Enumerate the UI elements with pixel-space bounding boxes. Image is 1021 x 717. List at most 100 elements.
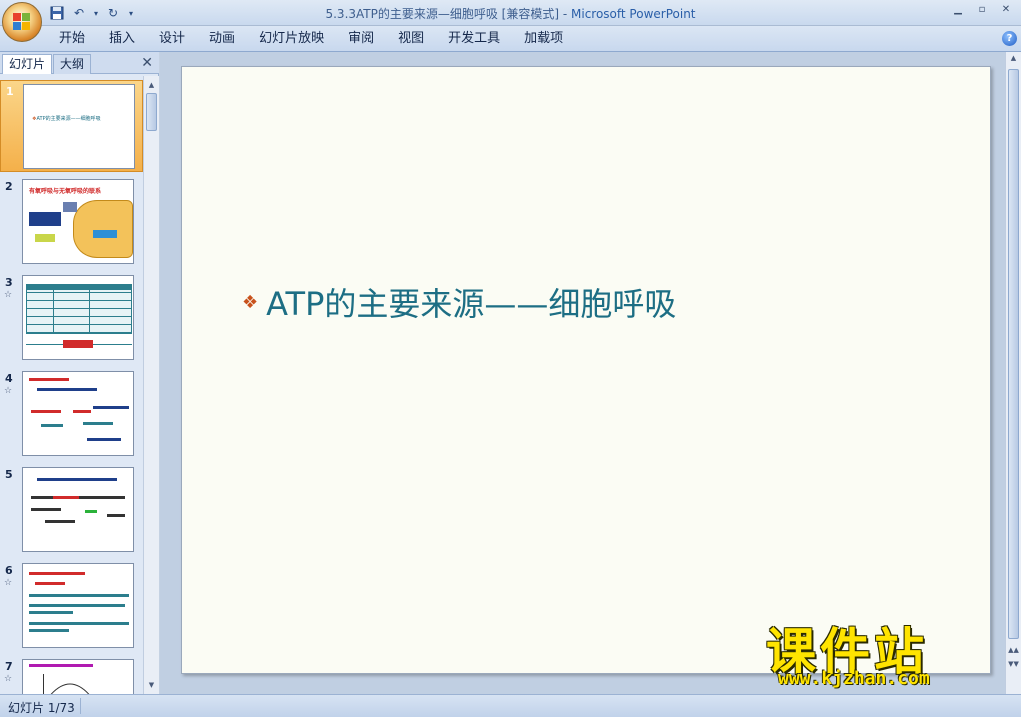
tab-add-ins[interactable]: 加载项: [512, 30, 575, 48]
thumbnail-graphic: [26, 284, 132, 290]
scroll-thumb[interactable]: [146, 93, 157, 131]
slide-thumbnail[interactable]: [22, 659, 134, 694]
thumbnail-graphic: [89, 284, 90, 334]
thumbnail-graphic: [31, 410, 61, 413]
restore-button[interactable]: ▫: [971, 2, 993, 18]
thumbnail-graphic: [35, 234, 55, 242]
close-button[interactable]: ✕: [995, 2, 1017, 18]
slide-thumbnail[interactable]: ❖ATP的主要来源——细胞呼吸: [23, 84, 135, 169]
scroll-down-icon[interactable]: ▼: [145, 678, 158, 692]
diamond-bullet-icon: ❖: [242, 291, 259, 313]
status-divider: [80, 698, 81, 714]
thumbnail-number: 4: [5, 372, 13, 385]
thumbnail-list: 1 ❖ATP的主要来源——细胞呼吸 2 有氧呼吸与无氧呼吸的联系 3 ☆ 4 ☆…: [0, 76, 143, 694]
thumbnail-graphic: [63, 340, 93, 348]
slide-indicator: 幻灯片 1/73: [8, 701, 75, 715]
slide-thumbnail[interactable]: [22, 563, 134, 648]
tab-insert[interactable]: 插入: [97, 30, 147, 48]
slide-thumbnail[interactable]: [22, 467, 134, 552]
slides-panel: 幻灯片 大纲 ✕ 1 ❖ATP的主要来源——细胞呼吸 2 有氧呼吸与无氧呼吸的联…: [0, 52, 159, 694]
scroll-up-icon[interactable]: ▲: [145, 78, 158, 92]
thumbnail-number: 5: [5, 468, 13, 481]
panel-tabs: 幻灯片 大纲 ✕: [0, 52, 159, 74]
watermark: 课件站 www.kjzhan.com: [760, 612, 1010, 697]
thumbnail-row[interactable]: 7 ☆: [0, 656, 143, 694]
thumbnail-graphic: [73, 200, 133, 258]
help-icon[interactable]: ?: [1002, 31, 1017, 46]
thumbnail-row[interactable]: 3 ☆: [0, 272, 143, 364]
slide-thumbnail[interactable]: [22, 275, 134, 360]
slide-editing-area: ❖ ATP的主要来源——细胞呼吸: [160, 52, 1005, 694]
animation-icon: ☆: [4, 578, 13, 588]
tab-review[interactable]: 审阅: [336, 30, 386, 48]
thumbnail-row[interactable]: 1 ❖ATP的主要来源——细胞呼吸: [0, 80, 143, 172]
slide-thumbnail[interactable]: [22, 371, 134, 456]
tab-home[interactable]: 开始: [47, 30, 97, 48]
watermark-url: www.kjzhan.com: [778, 668, 930, 689]
scroll-up-icon[interactable]: ▲: [1007, 54, 1020, 68]
thumbnail-graphic: [37, 388, 97, 391]
slide-title-placeholder[interactable]: ❖ ATP的主要来源——细胞呼吸: [242, 279, 676, 325]
thumbnail-graphic: [29, 594, 129, 597]
thumbnail-scrollbar[interactable]: ▲ ▼: [143, 76, 159, 694]
thumbnail-graphic: [93, 406, 129, 409]
tab-slide-show[interactable]: 幻灯片放映: [247, 30, 336, 48]
tab-design[interactable]: 设计: [147, 30, 197, 48]
thumbnail-number: 1: [6, 85, 14, 98]
tab-developer[interactable]: 开发工具: [436, 30, 512, 48]
slide-canvas[interactable]: ❖ ATP的主要来源——细胞呼吸: [181, 66, 991, 674]
scroll-thumb[interactable]: [1008, 69, 1019, 639]
thumbnail-number: 2: [5, 180, 13, 193]
thumbnail-graphic: [43, 674, 44, 694]
thumbnail-graphic: [29, 604, 125, 607]
slide-title-text: ATP的主要来源——细胞呼吸: [266, 285, 677, 323]
thumbnail-graphic: [63, 202, 77, 212]
thumbnail-graphic: [45, 520, 75, 523]
ribbon-tabs-bar: 开始 插入 设计 动画 幻灯片放映 审阅 视图 开发工具 加载项 ?: [0, 26, 1021, 52]
thumbnail-number: 3: [5, 276, 13, 289]
thumbnail-graphic: [107, 514, 125, 517]
thumbnail-graphic: [41, 424, 63, 427]
animation-icon: ☆: [4, 674, 13, 684]
window-controls: ▁ ▫ ✕: [947, 2, 1017, 18]
tab-outline[interactable]: 大纲: [53, 54, 92, 74]
status-bar: 幻灯片 1/73: [0, 694, 1021, 717]
thumbnail-graphic: [29, 622, 129, 625]
thumbnail-number: 6: [5, 564, 13, 577]
window-title: 5.3.3ATP的主要来源—细胞呼吸 [兼容模式] - Microsoft Po…: [0, 5, 1021, 22]
document-title: 5.3.3ATP的主要来源—细胞呼吸 [兼容模式] -: [325, 7, 571, 21]
thumbnail-graphic: [29, 629, 69, 632]
thumbnail-row[interactable]: 6 ☆: [0, 560, 143, 652]
thumbnail-graphic: [53, 496, 79, 499]
app-name: Microsoft PowerPoint: [571, 7, 696, 21]
slide-thumbnail[interactable]: 有氧呼吸与无氧呼吸的联系: [22, 179, 134, 264]
thumbnail-number: 7: [5, 660, 13, 673]
office-button[interactable]: [2, 2, 42, 42]
thumbnail-row[interactable]: 2 有氧呼吸与无氧呼吸的联系: [0, 176, 143, 268]
thumbnail-graphic: [93, 230, 117, 238]
animation-icon: ☆: [4, 386, 13, 396]
thumbnail-graphic: [29, 572, 85, 575]
animation-icon: ☆: [4, 290, 13, 300]
thumbnail-graphic: [29, 212, 61, 226]
thumbnail-graphic: [31, 508, 61, 511]
thumbnail-graphic: [35, 582, 65, 585]
minimize-button[interactable]: ▁: [947, 2, 969, 18]
thumbnail-text: ❖ATP的主要来源——细胞呼吸: [32, 116, 101, 122]
tab-animations[interactable]: 动画: [197, 30, 247, 48]
thumbnail-row[interactable]: 4 ☆: [0, 368, 143, 460]
thumbnail-graphic: [73, 410, 91, 413]
thumbnail-graphic: [53, 284, 54, 334]
tab-view[interactable]: 视图: [386, 30, 436, 48]
thumbnail-graphic: [83, 422, 113, 425]
ribbon-tabs: 开始 插入 设计 动画 幻灯片放映 审阅 视图 开发工具 加载项: [47, 30, 575, 48]
close-panel-icon[interactable]: ✕: [141, 55, 153, 71]
thumbnail-graphic: [85, 510, 97, 513]
thumbnail-graphic: [29, 611, 73, 614]
thumbnail-row[interactable]: 5: [0, 464, 143, 556]
thumbnail-graphic: [50, 683, 90, 694]
thumbnail-text: 有氧呼吸与无氧呼吸的联系: [29, 188, 102, 195]
tab-slides[interactable]: 幻灯片: [2, 54, 53, 74]
thumbnail-graphic: [29, 378, 69, 381]
slide-scrollbar[interactable]: ▲ ▲▲ ▼▼: [1005, 52, 1021, 694]
